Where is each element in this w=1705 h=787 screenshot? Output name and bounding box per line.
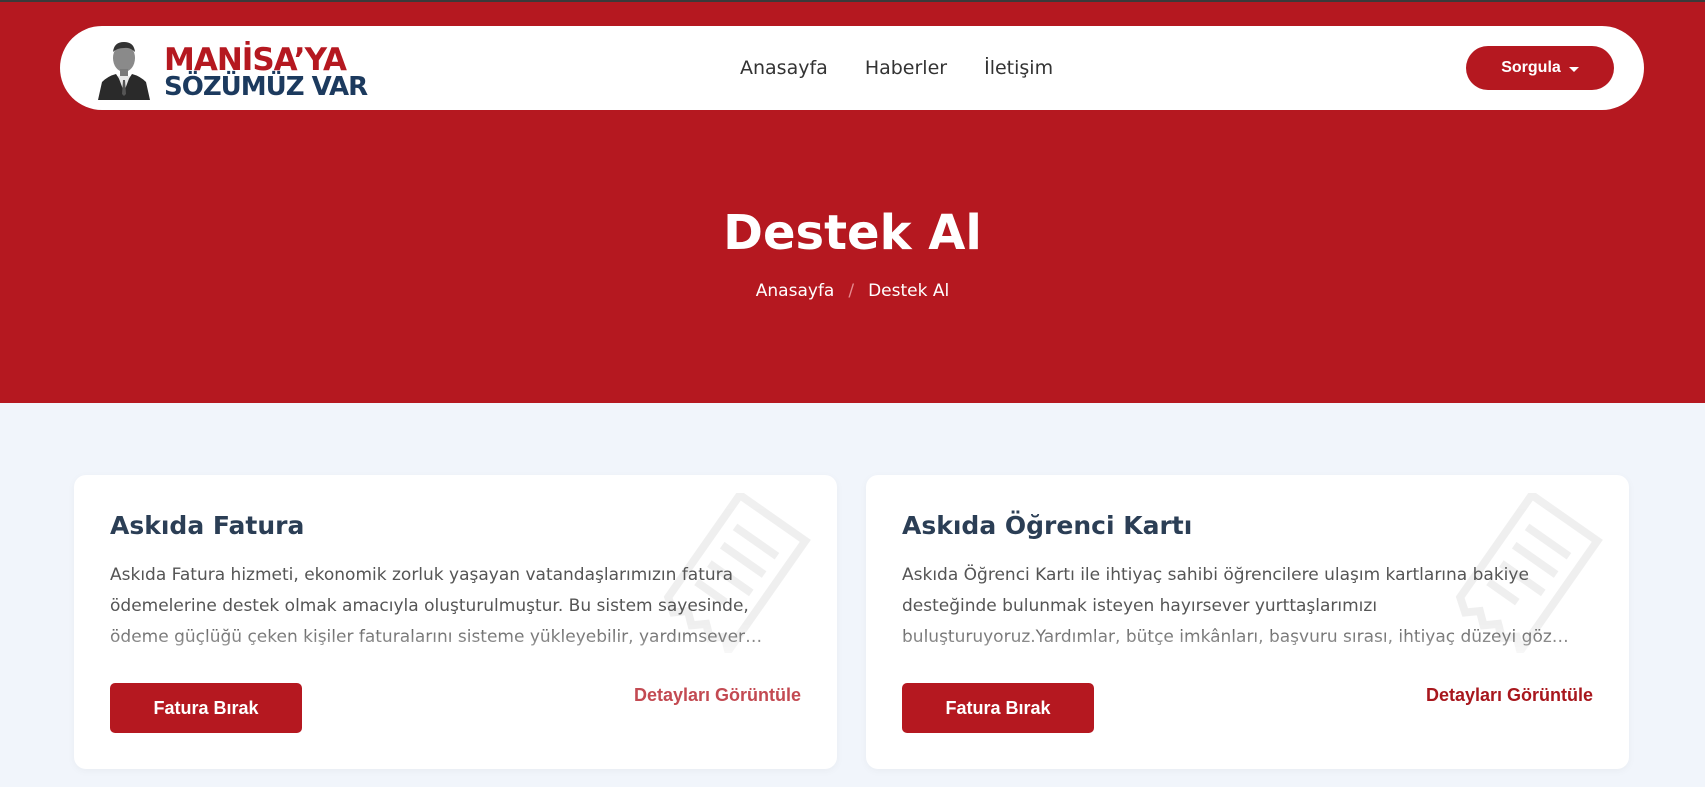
view-details-link[interactable]: Detayları Görüntüle (1426, 685, 1593, 706)
query-dropdown-button[interactable]: Sorgula (1466, 46, 1614, 90)
site-logo[interactable]: MANİSA’YA SÖZÜMÜZ VAR (94, 36, 374, 102)
breadcrumb-separator: / (848, 281, 855, 301)
leave-invoice-button[interactable]: Fatura Bırak (902, 683, 1094, 733)
query-dropdown-label: Sorgula (1501, 59, 1561, 76)
mayor-photo (94, 36, 154, 100)
support-card-invoice: Askıda Fatura Askıda Fatura hizmeti, eko… (74, 475, 837, 769)
breadcrumb-home[interactable]: Anasayfa (756, 281, 835, 301)
leave-invoice-button[interactable]: Fatura Bırak (110, 683, 302, 733)
breadcrumb-current: Destek Al (868, 281, 950, 301)
main-nav: Anasayfa Haberler İletişim (740, 26, 1053, 110)
page-title: Destek Al (723, 205, 982, 261)
card-title: Askıda Öğrenci Kartı (902, 511, 1193, 540)
card-title: Askıda Fatura (110, 511, 305, 540)
nav-link-contact[interactable]: İletişim (984, 57, 1053, 79)
nav-link-home[interactable]: Anasayfa (740, 57, 828, 79)
logo-line2: SÖZÜMÜZ VAR (164, 72, 368, 102)
support-card-student-card: Askıda Öğrenci Kartı Askıda Öğrenci Kart… (866, 475, 1629, 769)
navbar: MANİSA’YA SÖZÜMÜZ VAR Anasayfa Haberler … (60, 26, 1644, 110)
view-details-link[interactable]: Detayları Görüntüle (634, 685, 801, 706)
nav-link-news[interactable]: Haberler (865, 57, 947, 79)
breadcrumb: Anasayfa / Destek Al (0, 281, 1705, 301)
card-description: Askıda Öğrenci Kartı ile ihtiyaç sahibi … (902, 565, 1552, 647)
caret-down-icon (1568, 66, 1579, 72)
card-description: Askıda Fatura hizmeti, ekonomik zorluk y… (110, 565, 749, 647)
